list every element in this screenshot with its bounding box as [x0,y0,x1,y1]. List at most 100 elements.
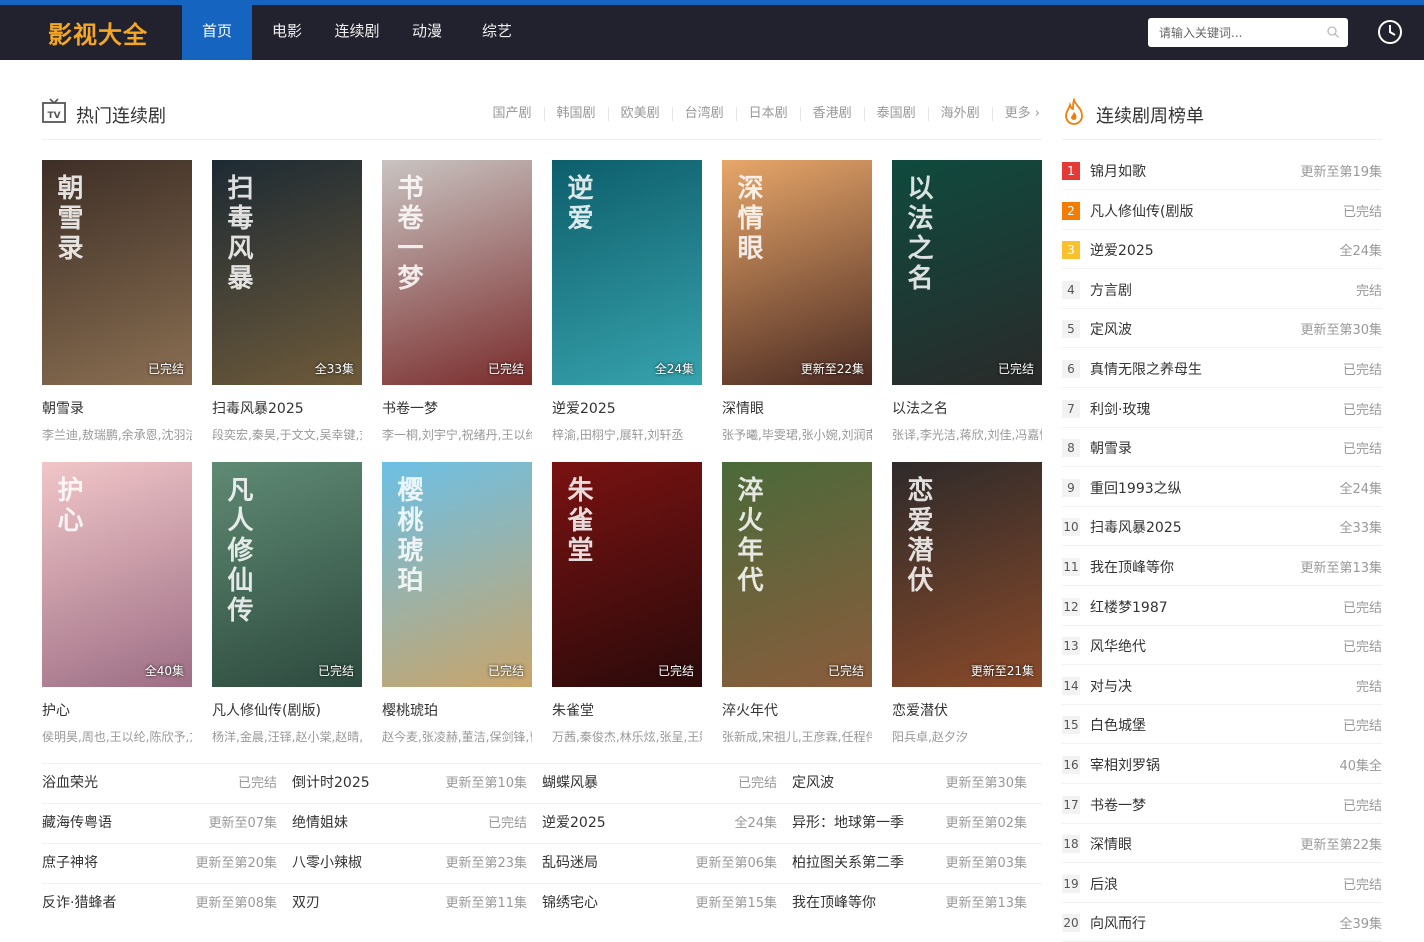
rank-title[interactable]: 我在顶峰等你 [1090,557,1174,577]
rank-title[interactable]: 白色城堡 [1090,715,1146,735]
series-card[interactable]: 逆爱 全24集 逆爱2025 梓渝,田栩宁,展轩,刘轩丞 [552,160,702,443]
ranking-item[interactable]: 16 宰相刘罗锅 40集全 [1062,744,1382,784]
search-icon[interactable] [1327,26,1339,38]
ranking-item[interactable]: 5 定风波 更新至第30集 [1062,308,1382,349]
series-card[interactable]: 淬火年代 已完结 淬火年代 张新成,宋祖儿,王彦霖,任程伟 [722,462,872,745]
history-clock-icon[interactable] [1377,19,1403,45]
ranking-item[interactable]: 15 白色城堡 已完结 [1062,704,1382,745]
poster-image[interactable]: 淬火年代 已完结 [722,462,872,687]
series-card[interactable]: 凡人修仙传 已完结 凡人修仙传(剧版) 杨洋,金晨,汪铎,赵小棠,赵晴, [212,462,362,745]
nav-series[interactable]: 连续剧 [322,5,392,60]
series-title[interactable]: 朝雪录 [42,398,192,418]
search-input[interactable] [1148,18,1318,47]
series-card[interactable]: 深情眼 更新至22集 深情眼 张予曦,毕雯珺,张小婉,刘润南 [722,160,872,443]
ranking-item[interactable]: 1 锦月如歌 更新至第19集 [1062,150,1382,190]
poster-image[interactable]: 恋爱潜伏 更新至21集 [892,462,1042,687]
list-item-title[interactable]: 我在顶峰等你 [792,884,876,923]
list-item-title[interactable]: 锦绣宅心 [542,884,598,923]
rank-title[interactable]: 对与决 [1090,676,1132,696]
poster-image[interactable]: 以法之名 已完结 [892,160,1042,385]
ranking-item[interactable]: 19 后浪 已完结 [1062,863,1382,903]
nav-variety[interactable]: 综艺 [462,5,532,60]
list-item[interactable]: 乱码迷局 更新至第06集 [542,844,777,883]
poster-image[interactable]: 深情眼 更新至22集 [722,160,872,385]
more-link[interactable]: 更多 › [993,107,1042,121]
series-card[interactable]: 书卷一梦 已完结 书卷一梦 李一桐,刘宇宁,祝绪丹,王以纶 [382,160,532,443]
category-link[interactable]: 台湾剧 [673,107,737,121]
category-link[interactable]: 欧美剧 [609,107,673,121]
poster-image[interactable]: 朱雀堂 已完结 [552,462,702,687]
site-logo[interactable]: 影视大全 [48,15,148,50]
nav-movies[interactable]: 电影 [252,5,322,60]
ranking-item[interactable]: 20 向风而行 全39集 [1062,902,1382,942]
list-item-title[interactable]: 藏海传粤语 [42,804,112,843]
series-title[interactable]: 淬火年代 [722,700,872,720]
list-item-title[interactable]: 倒计时2025 [292,764,370,803]
ranking-item[interactable]: 6 真情无限之养母生 已完结 [1062,348,1382,388]
rank-title[interactable]: 利剑·玫瑰 [1090,399,1150,419]
series-title[interactable]: 扫毒风暴2025 [212,398,362,418]
ranking-item[interactable]: 10 扫毒风暴2025 全33集 [1062,506,1382,547]
list-item-title[interactable]: 八零小辣椒 [292,844,362,883]
rank-title[interactable]: 扫毒风暴2025 [1090,517,1182,537]
list-item-title[interactable]: 浴血荣光 [42,764,98,803]
list-item-title[interactable]: 逆爱2025 [542,804,606,843]
ranking-item[interactable]: 3 逆爱2025 全24集 [1062,229,1382,270]
list-item[interactable]: 锦绣宅心 更新至第15集 [542,884,777,923]
list-item-title[interactable]: 柏拉图关系第二季 [792,844,904,883]
list-item[interactable]: 反诈·猎蜂者 更新至第08集 [42,884,277,923]
list-item[interactable]: 蝴蝶风暴 已完结 [542,764,777,803]
list-item[interactable]: 浴血荣光 已完结 [42,764,277,803]
series-title[interactable]: 书卷一梦 [382,398,532,418]
list-item[interactable]: 柏拉图关系第二季 更新至第03集 [792,844,1027,883]
list-item[interactable]: 庶子神将 更新至第20集 [42,844,277,883]
list-item[interactable]: 异形：地球第一季 更新至第02集 [792,804,1027,843]
category-link[interactable]: 国产剧 [481,107,545,121]
rank-title[interactable]: 宰相刘罗锅 [1090,755,1160,775]
rank-title[interactable]: 方言剧 [1090,280,1132,300]
list-item-title[interactable]: 庶子神将 [42,844,98,883]
poster-image[interactable]: 书卷一梦 已完结 [382,160,532,385]
rank-title[interactable]: 深情眼 [1090,834,1132,854]
list-item-title[interactable]: 蝴蝶风暴 [542,764,598,803]
rank-title[interactable]: 凡人修仙传(剧版 [1090,201,1193,221]
list-item[interactable]: 藏海传粤语 更新至07集 [42,804,277,843]
ranking-item[interactable]: 2 凡人修仙传(剧版 已完结 [1062,190,1382,230]
rank-title[interactable]: 朝雪录 [1090,438,1132,458]
poster-image[interactable]: 樱桃琥珀 已完结 [382,462,532,687]
nav-home[interactable]: 首页 [182,5,252,60]
category-link[interactable]: 香港剧 [801,107,865,121]
rank-title[interactable]: 风华绝代 [1090,636,1146,656]
ranking-item[interactable]: 17 书卷一梦 已完结 [1062,784,1382,824]
list-item-title[interactable]: 异形：地球第一季 [792,804,904,843]
series-card[interactable]: 护心 全40集 护心 侯明昊,周也,王以纶,陈欣予,方 [42,462,192,745]
series-title[interactable]: 深情眼 [722,398,872,418]
ranking-item[interactable]: 8 朝雪录 已完结 [1062,427,1382,468]
ranking-item[interactable]: 9 重回1993之纵 全24集 [1062,467,1382,507]
ranking-item[interactable]: 4 方言剧 完结 [1062,269,1382,309]
series-card[interactable]: 恋爱潜伏 更新至21集 恋爱潜伏 阳兵卓,赵夕汐 [892,462,1042,745]
list-item-title[interactable]: 双刃 [292,884,320,923]
list-item[interactable]: 我在顶峰等你 更新至第13集 [792,884,1027,923]
ranking-item[interactable]: 18 深情眼 更新至第22集 [1062,823,1382,864]
category-link[interactable]: 韩国剧 [545,107,609,121]
series-title[interactable]: 以法之名 [892,398,1042,418]
series-title[interactable]: 逆爱2025 [552,398,702,418]
series-card[interactable]: 朱雀堂 已完结 朱雀堂 万茜,秦俊杰,林乐炫,张呈,王籁 [552,462,702,745]
list-item-title[interactable]: 反诈·猎蜂者 [42,884,116,923]
rank-title[interactable]: 重回1993之纵 [1090,478,1182,498]
poster-image[interactable]: 逆爱 全24集 [552,160,702,385]
poster-image[interactable]: 护心 全40集 [42,462,192,687]
nav-anime[interactable]: 动漫 [392,5,462,60]
list-item-title[interactable]: 乱码迷局 [542,844,598,883]
rank-title[interactable]: 书卷一梦 [1090,795,1146,815]
ranking-item[interactable]: 7 利剑·玫瑰 已完结 [1062,388,1382,428]
rank-title[interactable]: 逆爱2025 [1090,240,1154,260]
rank-title[interactable]: 后浪 [1090,874,1118,894]
series-card[interactable]: 樱桃琥珀 已完结 樱桃琥珀 赵今麦,张凌赫,董洁,保剑锋,曹 [382,462,532,745]
category-link[interactable]: 日本剧 [737,107,801,121]
series-card[interactable]: 朝雪录 已完结 朝雪录 李兰迪,敖瑞鹏,余承恩,沈羽洁 [42,160,192,443]
category-link[interactable]: 海外剧 [929,107,993,121]
series-card[interactable]: 扫毒风暴 全33集 扫毒风暴2025 段奕宏,秦昊,于文文,吴幸键,刘 [212,160,362,443]
ranking-item[interactable]: 11 我在顶峰等你 更新至第13集 [1062,546,1382,586]
